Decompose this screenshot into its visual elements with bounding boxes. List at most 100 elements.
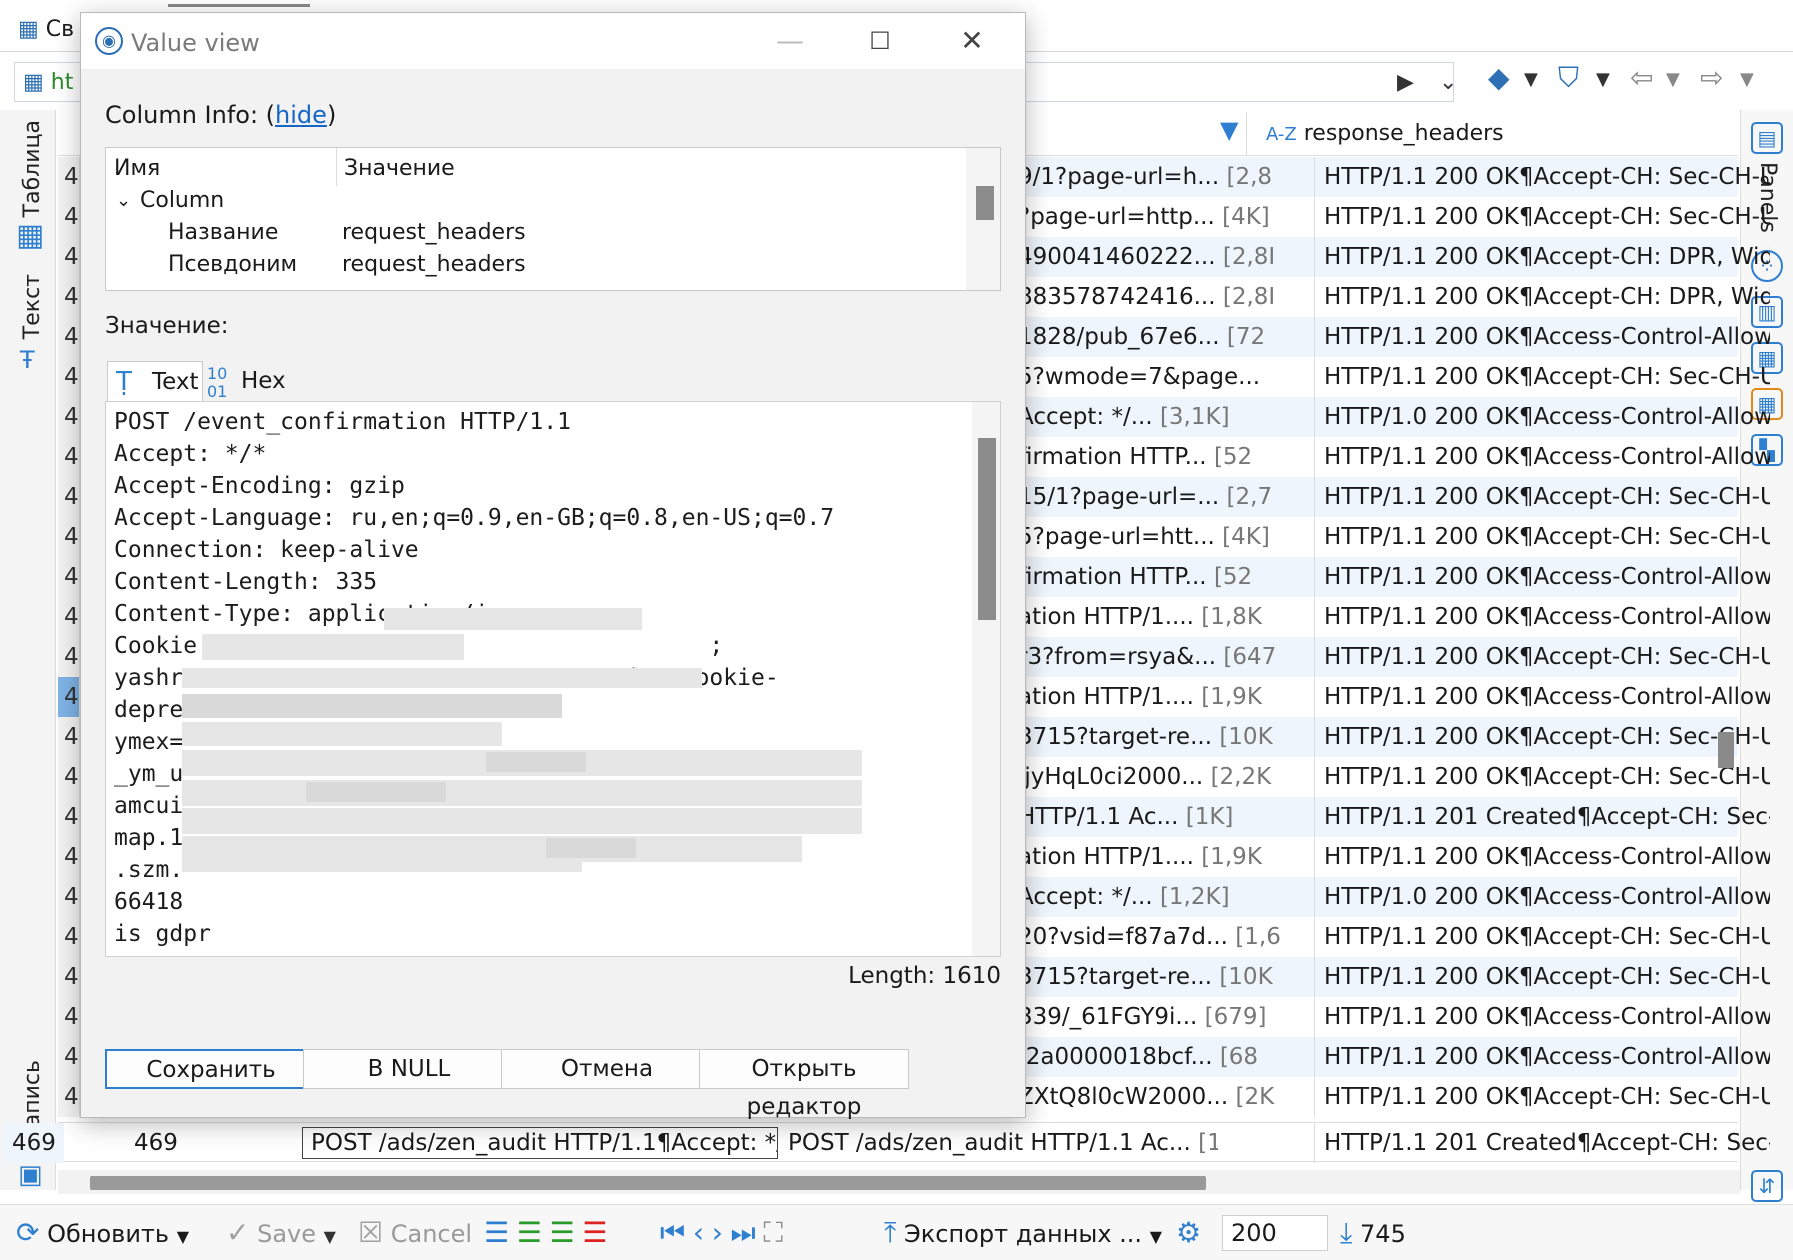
cell-request[interactable]: 5?wmode=7&page... — [1018, 357, 1310, 397]
cell-request[interactable]: jjyHqL0ci2000... [2,2K — [1018, 757, 1310, 797]
cell-request[interactable]: ation HTTP/1.... [1,9K — [1018, 677, 1310, 717]
maximize-icon[interactable]: ☐ — [835, 13, 925, 69]
cell-request[interactable]: 20?vsid=f87a7d... [1,6 — [1018, 917, 1310, 957]
cell-response[interactable]: HTTP/1.0 200 OK¶Access-Control-Allow-C — [1324, 397, 1770, 437]
cell-request[interactable]: firmation HTTP... [52 — [1018, 437, 1310, 477]
cell-response[interactable]: HTTP/1.1 200 OK¶Accept-CH: Sec-CH-UA- — [1324, 917, 1770, 957]
chevron-down-icon[interactable]: ▼ — [1596, 60, 1610, 100]
side-tab-table[interactable]: Таблица — [20, 120, 45, 217]
cell-response[interactable]: HTTP/1.1 200 OK¶Access-Control-Allow-C — [1324, 317, 1770, 357]
chevron-down-icon[interactable]: ▼ — [177, 1227, 189, 1246]
chevron-down-icon[interactable]: ▼ — [1666, 60, 1680, 100]
cell-request[interactable]: ation HTTP/1.... [1,8K — [1018, 597, 1310, 637]
side-tab-text[interactable]: Текст — [20, 274, 45, 339]
horizontal-scroll-thumb[interactable] — [90, 1176, 1206, 1190]
forward-icon[interactable]: ⇨ — [1700, 58, 1723, 98]
tree-node-column[interactable]: ⌄ Column — [106, 184, 966, 218]
cell-response[interactable]: HTTP/1.1 200 OK¶Accept-CH: DPR, Width, — [1324, 237, 1770, 277]
cell-response[interactable]: HTTP/1.1 200 OK¶Accept-CH: Sec-CH-UA- — [1324, 477, 1770, 517]
cell-request[interactable]: 883578742416... [2,8I — [1018, 277, 1310, 317]
cell-request[interactable]: ZXtQ8l0cW2000... [2K — [1018, 1077, 1310, 1117]
row-edit-icons[interactable]: ☰ ☰ ☰ ☰ — [484, 1205, 607, 1260]
header-name[interactable]: Имя — [114, 152, 160, 186]
cell-request[interactable]: ?page-url=http... [4K] — [1018, 197, 1310, 237]
cell-request[interactable]: Accept: */... [3,1K] — [1018, 397, 1310, 437]
editor-scroll-thumb[interactable] — [978, 438, 996, 620]
cell-request[interactable]: 1828/pub_67e6... [72 — [1018, 317, 1310, 357]
cell-request[interactable]: HTTP/1.1 Ac... [1K] — [1018, 797, 1310, 837]
table-row-selected[interactable]: 469 469 POST /ads/zen_audit HTTP/1.1¶Acc… — [4, 1122, 1770, 1163]
cell-response[interactable]: HTTP/1.1 200 OK¶Accept-CH: Sec-CH-UA- — [1324, 757, 1770, 797]
cell-response[interactable]: HTTP/1.1 200 OK¶Accept-CH: Sec-CH-UA- — [1324, 957, 1770, 997]
cell-response[interactable]: HTTP/1.1 200 OK¶Accept-CH: Sec-CH-UA- — [1324, 357, 1770, 397]
tab-hex[interactable]: 10 01 Hex — [205, 361, 295, 401]
panels-icon[interactable]: ▤ — [1751, 122, 1783, 154]
cell-response[interactable]: HTTP/1.1 200 OK¶Accept-CH: Sec-CH-UA- — [1324, 717, 1770, 757]
cell-request[interactable]: 9/1?page-url=h... [2,8 — [1018, 157, 1310, 197]
record-icon[interactable]: ▣ — [18, 1160, 43, 1190]
fetch-size-input[interactable]: 200 — [1222, 1215, 1328, 1251]
cell-response[interactable]: HTTP/1.1 200 OK¶Access-Control-Allow-C — [1324, 597, 1770, 637]
refresh-button[interactable]: ⟳ Обновить ▼ — [16, 1205, 189, 1260]
cell-request[interactable]: firmation HTTP... [52 — [1018, 557, 1310, 597]
property-row[interactable]: Название request_headers — [106, 216, 966, 250]
open-editor-button[interactable]: Открыть редактор — [699, 1049, 909, 1120]
set-null-button[interactable]: В NULL — [303, 1049, 515, 1089]
cell-request[interactable]: 490041460222... [2,8I — [1018, 237, 1310, 277]
save-button[interactable]: ✓ Save ▼ — [226, 1205, 336, 1260]
header-value[interactable]: Значение — [344, 152, 455, 186]
cell-response[interactable]: HTTP/1.1 200 OK¶Access-Control-Allow-C — [1324, 997, 1770, 1037]
cell-request[interactable]: 5?page-url=htt... [4K] — [1018, 517, 1310, 557]
cell-editor[interactable]: POST /ads/zen_audit HTTP/1.1¶Accept: */*… — [302, 1127, 778, 1159]
cell-response[interactable]: HTTP/1.1 200 OK¶Accept-CH: Sec-CH-UA- — [1324, 157, 1770, 197]
cell-request[interactable]: 3715?target-re... [10K — [1018, 717, 1310, 757]
cell-response[interactable]: HTTP/1.1 200 OK¶Accept-CH: Sec-CH-UA- — [1324, 637, 1770, 677]
value-text-editor[interactable]: POST /event_confirmation HTTP/1.1 Accept:… — [105, 401, 1001, 957]
cell-request[interactable]: 3715?target-re... [10K — [1018, 957, 1310, 997]
property-row[interactable]: Псевдоним request_headers — [106, 248, 966, 282]
filter-apply-icon[interactable]: ▶ — [1397, 63, 1414, 103]
hide-link[interactable]: hide — [275, 101, 327, 129]
cell-request[interactable]: ation HTTP/1.... [1,9K — [1018, 837, 1310, 877]
cancel-button[interactable]: ☒ Cancel — [358, 1205, 472, 1260]
cell-response[interactable]: HTTP/1.1 200 OK¶Accept-CH: Sec-CH-UA- — [1324, 197, 1770, 237]
chevron-down-icon[interactable]: ▼ — [1524, 60, 1538, 100]
close-icon[interactable]: ✕ — [927, 13, 1017, 69]
cell-request[interactable]: POST /ads/zen_audit HTTP/1.1 Ac... [1K] — [788, 1123, 1218, 1163]
cell-response[interactable]: HTTP/1.1 200 OK¶Accept-CH: Sec-CH-UA- — [1324, 1077, 1770, 1117]
cell-response[interactable]: HTTP/1.0 200 OK¶Access-Control-Allow-C — [1324, 877, 1770, 917]
cell-response[interactable]: HTTP/1.1 200 OK¶Accept-CH: Sec-CH-UA- — [1324, 517, 1770, 557]
cell-response[interactable]: HTTP/1.1 201 Created¶Accept-CH: Sec-CH — [1324, 1123, 1770, 1163]
cell-response[interactable]: HTTP/1.1 200 OK¶Access-Control-Allow-C — [1324, 557, 1770, 597]
chevron-down-icon[interactable]: ⌄ — [116, 184, 131, 218]
cell-response[interactable]: HTTP/1.1 200 OK¶Accept-CH: DPR, Width, — [1324, 277, 1770, 317]
chevron-down-icon[interactable]: ▼ — [1150, 1227, 1162, 1246]
cell-response[interactable]: HTTP/1.1 201 Created¶Accept-CH: Sec-CH — [1324, 797, 1770, 837]
column-header-response-headers[interactable]: A-Z response_headers — [1266, 112, 1504, 157]
cell-request[interactable]: 15/1?page-url=... [2,7 — [1018, 477, 1310, 517]
chevron-down-icon[interactable]: ▼ — [1740, 60, 1754, 100]
cancel-button[interactable]: Отмена — [501, 1049, 713, 1089]
sort-chevron-icon[interactable]: ▼ — [1220, 116, 1238, 144]
cell-response[interactable]: HTTP/1.1 200 OK¶Access-Control-Allow-C — [1324, 1037, 1770, 1077]
minimize-icon[interactable]: — — [745, 13, 835, 69]
text-icon[interactable]: Ŧ — [20, 346, 35, 374]
cell-request[interactable]: Accept: */... [1,2K] — [1018, 877, 1310, 917]
cell-response[interactable]: HTTP/1.1 200 OK¶Access-Control-Allow-C — [1324, 437, 1770, 477]
vertical-scroll-thumb[interactable] — [1718, 732, 1734, 768]
dialog-title-bar[interactable]: ◉ Value view — ☐ ✕ — [81, 13, 1025, 69]
filter-icon[interactable]: ⛉ — [1558, 58, 1579, 98]
tab-text[interactable]: Ṭ Text — [107, 361, 203, 401]
cell-request[interactable]: r3?from=rsya&... [647 — [1018, 637, 1310, 677]
chevron-down-icon[interactable]: ▼ — [324, 1227, 336, 1246]
export-button[interactable]: ⤒ Экспорт данных ... ▼ — [884, 1205, 1162, 1260]
cell-response[interactable]: HTTP/1.1 200 OK¶Access-Control-Allow-C — [1324, 677, 1770, 717]
filter-history-icon[interactable]: ⌄ — [1439, 63, 1457, 103]
row-count[interactable]: ⤓ 745 — [1340, 1205, 1406, 1260]
tab-table[interactable]: ▦ Св — [18, 8, 74, 52]
cell-request[interactable]: 339/_61FGY9i... [679] — [1018, 997, 1310, 1037]
table-scroll-thumb[interactable] — [976, 186, 994, 220]
navigation-icons[interactable]: ⏮ ‹ › ⏭ ⛶ — [660, 1205, 783, 1260]
cell-request[interactable]: /2a0000018bcf... [68 — [1018, 1037, 1310, 1077]
cell-response[interactable]: HTTP/1.1 200 OK¶Access-Control-Allow-C — [1324, 837, 1770, 877]
